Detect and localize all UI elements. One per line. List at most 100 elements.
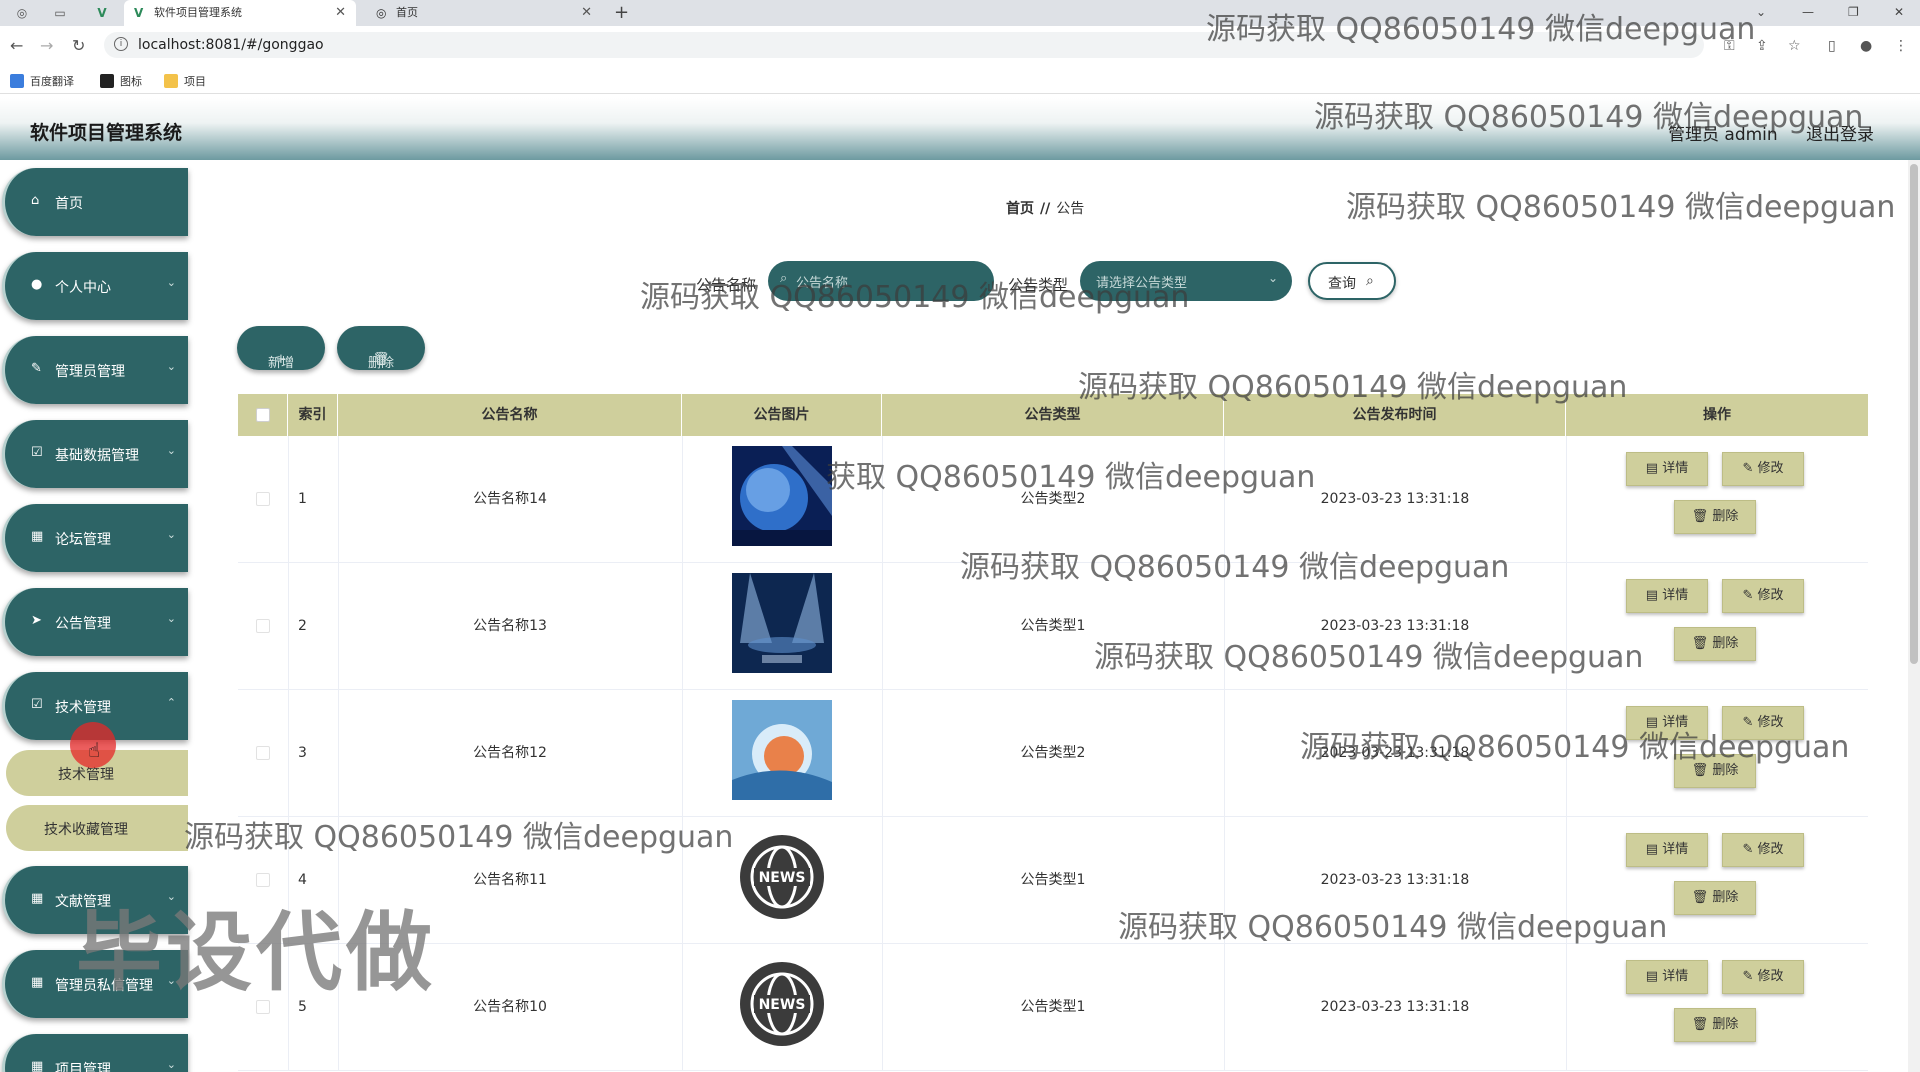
folder-icon <box>164 74 178 88</box>
edit-button[interactable]: ✎ 修改 <box>1722 452 1804 486</box>
edit-label: 修改 <box>1757 842 1784 857</box>
column-divider <box>682 436 683 563</box>
sidebar-item-label: 首页 <box>55 196 83 212</box>
close-tab-icon[interactable]: ✕ <box>335 0 346 26</box>
detail-button[interactable]: ▤ 详情 <box>1626 833 1708 867</box>
sidebar-item-label: 公告管理 <box>55 616 111 632</box>
detail-button[interactable]: ▤ 详情 <box>1626 452 1708 486</box>
cell-time: 2023-03-23 13:31:18 <box>1320 999 1470 1015</box>
new-tab-icon[interactable]: + <box>614 0 629 26</box>
sidebar-item-admin-management[interactable]: ✎ 管理员管理 ⌄ <box>2 336 188 404</box>
submenu-tech-favorites[interactable]: 技术收藏管理 <box>6 805 188 851</box>
row-checkbox[interactable] <box>256 746 270 760</box>
bookmark-baidu-translate[interactable]: 百度翻译 <box>10 74 74 90</box>
image-icon <box>100 74 114 88</box>
check-square-icon: ☑ <box>31 445 43 460</box>
tab-home[interactable]: ◎ 首页 ✕ <box>366 0 602 26</box>
cell-name: 公告名称12 <box>473 745 547 761</box>
hand-cursor-icon: ☝ <box>88 738 101 762</box>
minimize-icon[interactable]: — <box>1802 0 1814 24</box>
trash-icon: 🗑 <box>1691 509 1713 524</box>
detail-button[interactable]: ▤ 详情 <box>1626 960 1708 994</box>
star-icon[interactable]: ☆ <box>1788 38 1801 54</box>
add-button[interactable]: + 新增 <box>237 326 325 371</box>
scrollbar-thumb[interactable] <box>1910 164 1918 664</box>
edit-button[interactable]: ✎ 修改 <box>1722 960 1804 994</box>
sidepanel-icon[interactable]: ▯ <box>1828 38 1836 54</box>
news-blue-image <box>732 700 832 800</box>
bookmarks-bar: 百度翻译 图标 项目 <box>0 70 1920 94</box>
cell-name: 公告名称13 <box>473 618 547 634</box>
sidebar-item-label: 管理员管理 <box>55 364 125 380</box>
vue-icon[interactable]: V <box>94 5 110 21</box>
select-all-checkbox[interactable] <box>256 408 270 422</box>
info-icon[interactable]: i <box>114 37 128 51</box>
translate-icon <box>10 74 24 88</box>
edit-button[interactable]: ✎ 修改 <box>1722 833 1804 867</box>
watermark: 源码获取 QQ86050149 微信deepguan <box>960 550 1510 585</box>
tab-list-chevron-icon[interactable]: ⌄ <box>1756 0 1766 24</box>
sidebar-item-base-data[interactable]: ☑ 基础数据管理 ⌄ <box>2 420 188 488</box>
sidebar-item-personal-center[interactable]: ● 个人中心 ⌄ <box>2 252 188 320</box>
back-icon[interactable]: ← <box>10 36 23 56</box>
breadcrumb-separator: // <box>1040 201 1051 217</box>
send-icon: ➤ <box>31 613 42 628</box>
bookmark-icons[interactable]: 图标 <box>100 74 142 90</box>
detail-button[interactable]: ▤ 详情 <box>1626 579 1708 613</box>
query-button[interactable]: 查询 ⌕ <box>1308 262 1396 300</box>
share-icon[interactable]: ⇪ <box>1756 38 1768 54</box>
batch-delete-button[interactable]: 🗑 删除 <box>337 326 425 371</box>
delete-button[interactable]: 🗑 删除 <box>1674 1008 1756 1042</box>
edit-label: 修改 <box>1757 461 1784 476</box>
delete-label: 删除 <box>1712 890 1739 905</box>
browser-globe-icon[interactable]: ◎ <box>14 5 30 21</box>
stage-image <box>732 573 832 673</box>
sidebar-item-announcement[interactable]: ➤ 公告管理 ⌄ <box>2 588 188 656</box>
chevron-down-icon: ⌄ <box>166 360 176 373</box>
watermark: 获取 QQ86050149 微信deepguan <box>826 460 1316 495</box>
submenu-label: 技术收藏管理 <box>44 822 128 838</box>
watermark: 源码获取 QQ86050149 微信deepguan <box>1118 910 1668 945</box>
chevron-up-icon: ⌃ <box>166 696 176 709</box>
column-divider <box>682 563 683 690</box>
row-checkbox[interactable] <box>256 492 270 506</box>
profile-icon[interactable]: ● <box>1860 38 1872 54</box>
sidebar-item-projects[interactable]: ▦ 项目管理 ⌄ <box>2 1034 188 1072</box>
sidebar-item-forum[interactable]: ▦ 论坛管理 ⌄ <box>2 504 188 572</box>
row-checkbox[interactable] <box>256 619 270 633</box>
column-header-image: 公告图片 <box>682 394 882 436</box>
restore-icon[interactable]: ❐ <box>1848 0 1859 24</box>
forward-icon[interactable]: → <box>40 36 53 56</box>
reload-icon[interactable]: ↻ <box>72 36 85 56</box>
url-text: localhost:8081/#/gonggao <box>138 37 324 53</box>
breadcrumb-home[interactable]: 首页 <box>1006 201 1034 217</box>
close-tab-icon[interactable]: ✕ <box>581 0 592 26</box>
watermark-big: 毕设代做 <box>76 903 436 1003</box>
chevron-down-icon: ⌄ <box>166 612 176 625</box>
search-icon: ⌕ <box>1366 273 1374 289</box>
tab-active[interactable]: V 软件项目管理系统 ✕ <box>124 0 356 26</box>
edit-label: 修改 <box>1757 588 1784 603</box>
delete-button[interactable]: 🗑 删除 <box>1674 881 1756 915</box>
delete-button[interactable]: 🗑 删除 <box>1674 500 1756 534</box>
tab-title: 首页 <box>396 6 418 19</box>
cell-type: 公告类型1 <box>1020 999 1086 1015</box>
page-scrollbar[interactable] <box>1908 160 1920 1072</box>
edit-button[interactable]: ✎ 修改 <box>1722 579 1804 613</box>
edit-icon: ✎ <box>1742 461 1758 476</box>
sidebar-item-home[interactable]: ⌂ 首页 <box>2 168 188 236</box>
delete-button[interactable]: 🗑 删除 <box>1674 627 1756 661</box>
app-title: 软件项目管理系统 <box>30 122 183 144</box>
vue-icon: V <box>134 6 144 20</box>
document-icon: ▤ <box>1645 969 1663 984</box>
delete-label: 删除 <box>1712 636 1739 651</box>
cell-index: 1 <box>298 491 307 507</box>
window-close-icon[interactable]: ✕ <box>1894 0 1904 24</box>
column-header-index: 索引 <box>288 394 338 436</box>
menu-dots-icon[interactable]: ⋮ <box>1894 38 1908 54</box>
trash-icon: 🗑 <box>1691 636 1713 651</box>
chevron-down-icon: ⌄ <box>166 1058 176 1071</box>
bookmark-project[interactable]: 项目 <box>164 74 206 90</box>
cell-index: 2 <box>298 618 307 634</box>
tab-placeholder-icon[interactable]: ▭ <box>52 5 68 21</box>
